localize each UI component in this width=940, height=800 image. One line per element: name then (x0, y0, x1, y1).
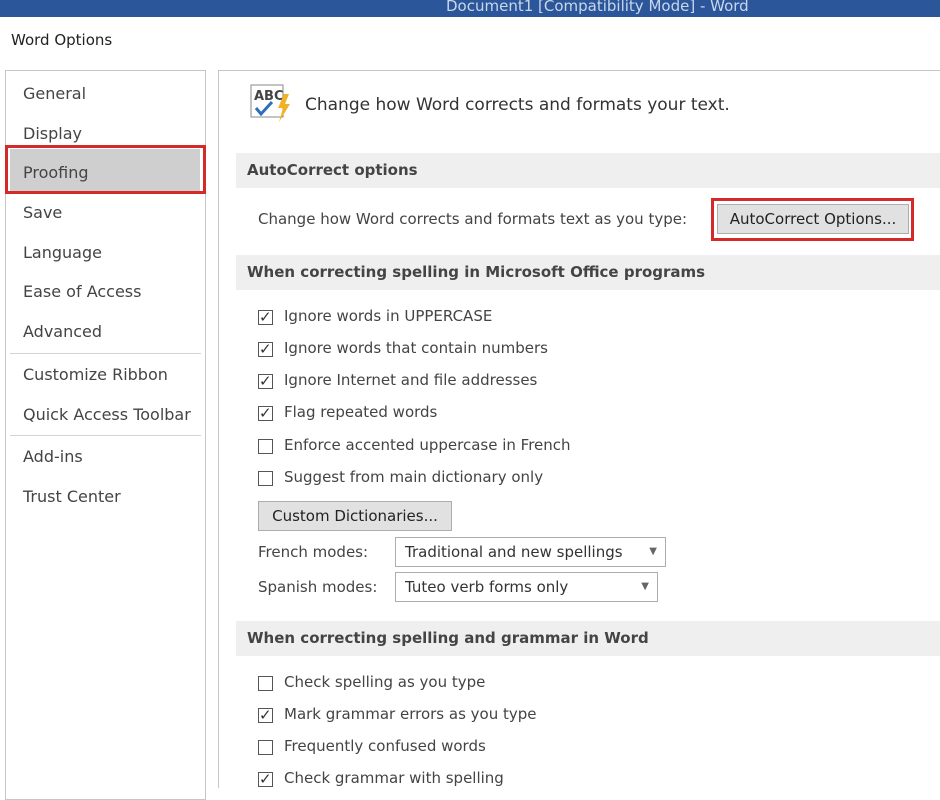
option-label: Flag repeated words (284, 403, 438, 421)
sidebar-item-language[interactable]: Language (23, 243, 102, 263)
option-label: Frequently confused words (284, 737, 486, 755)
checkbox-ignore-uppercase[interactable]: ✓ (258, 308, 273, 326)
option-label: Suggest from main dictionary only (284, 468, 544, 486)
sidebar-item-ease-of-access[interactable]: Ease of Access (23, 282, 141, 302)
option-label: Check spelling as you type (284, 673, 486, 691)
chevron-down-icon: ▼ (641, 581, 649, 592)
custom-dictionaries-button[interactable]: Custom Dictionaries... (258, 501, 452, 531)
checkbox-ignore-internet[interactable]: ✓ (258, 372, 273, 390)
option-label: Check grammar with spelling (284, 769, 504, 787)
checkbox-ignore-numbers[interactable]: ✓ (258, 340, 273, 358)
chevron-down-icon: ▼ (649, 546, 657, 557)
window-title: Document1 [Compatibility Mode] - Word (446, 0, 749, 15)
option-label: Ignore Internet and file addresses (284, 371, 538, 389)
sidebar-item-quick-access-toolbar[interactable]: Quick Access Toolbar (23, 405, 191, 425)
sidebar-item-customize-ribbon[interactable]: Customize Ribbon (23, 365, 168, 385)
section-heading-word-spelling: When correcting spelling and grammar in … (236, 621, 940, 656)
checkbox-mark-grammar[interactable]: ✓ (258, 706, 273, 724)
option-label: Ignore words in UPPERCASE (284, 307, 493, 325)
checkbox-enforce-accented[interactable] (258, 439, 273, 454)
option-label: Enforce accented uppercase in French (284, 436, 571, 454)
spanish-modes-label: Spanish modes: (258, 578, 378, 596)
spanish-modes-value: Tuteo verb forms only (405, 578, 569, 596)
sidebar-item-add-ins[interactable]: Add-ins (23, 447, 83, 467)
checkbox-main-dictionary[interactable] (258, 471, 273, 486)
option-label: Mark grammar errors as you type (284, 705, 537, 723)
section-heading-office-spelling: When correcting spelling in Microsoft Of… (236, 255, 940, 290)
option-label: Ignore words that contain numbers (284, 339, 548, 357)
french-modes-value: Traditional and new spellings (405, 543, 623, 561)
divider (10, 435, 201, 436)
page-header-text: Change how Word corrects and formats you… (305, 95, 730, 115)
checkbox-flag-repeated[interactable]: ✓ (258, 404, 273, 422)
sidebar-item-advanced[interactable]: Advanced (23, 322, 102, 342)
checkbox-check-spelling[interactable] (258, 676, 273, 691)
sidebar-item-trust-center[interactable]: Trust Center (23, 487, 121, 507)
icon-abc-text: ABC (254, 89, 284, 104)
french-modes-select[interactable]: Traditional and new spellings ▼ (395, 537, 666, 567)
dialog-title: Word Options (11, 31, 113, 49)
autocorrect-highlight-box (711, 198, 914, 241)
window-title-bar: Document1 [Compatibility Mode] - Word (0, 0, 940, 17)
sidebar-item-save[interactable]: Save (23, 203, 62, 223)
proofing-highlight-box (5, 145, 206, 194)
abc-check-icon: ABC (250, 84, 296, 124)
checkbox-grammar-with-spelling[interactable]: ✓ (258, 770, 273, 788)
autocorrect-description: Change how Word corrects and formats tex… (258, 210, 688, 228)
french-modes-label: French modes: (258, 543, 369, 561)
checkbox-confused-words[interactable] (258, 740, 273, 755)
sidebar-item-display[interactable]: Display (23, 124, 82, 144)
spanish-modes-select[interactable]: Tuteo verb forms only ▼ (395, 572, 658, 602)
section-heading-autocorrect: AutoCorrect options (236, 153, 940, 188)
sidebar-item-general[interactable]: General (23, 84, 86, 104)
divider (10, 353, 201, 354)
